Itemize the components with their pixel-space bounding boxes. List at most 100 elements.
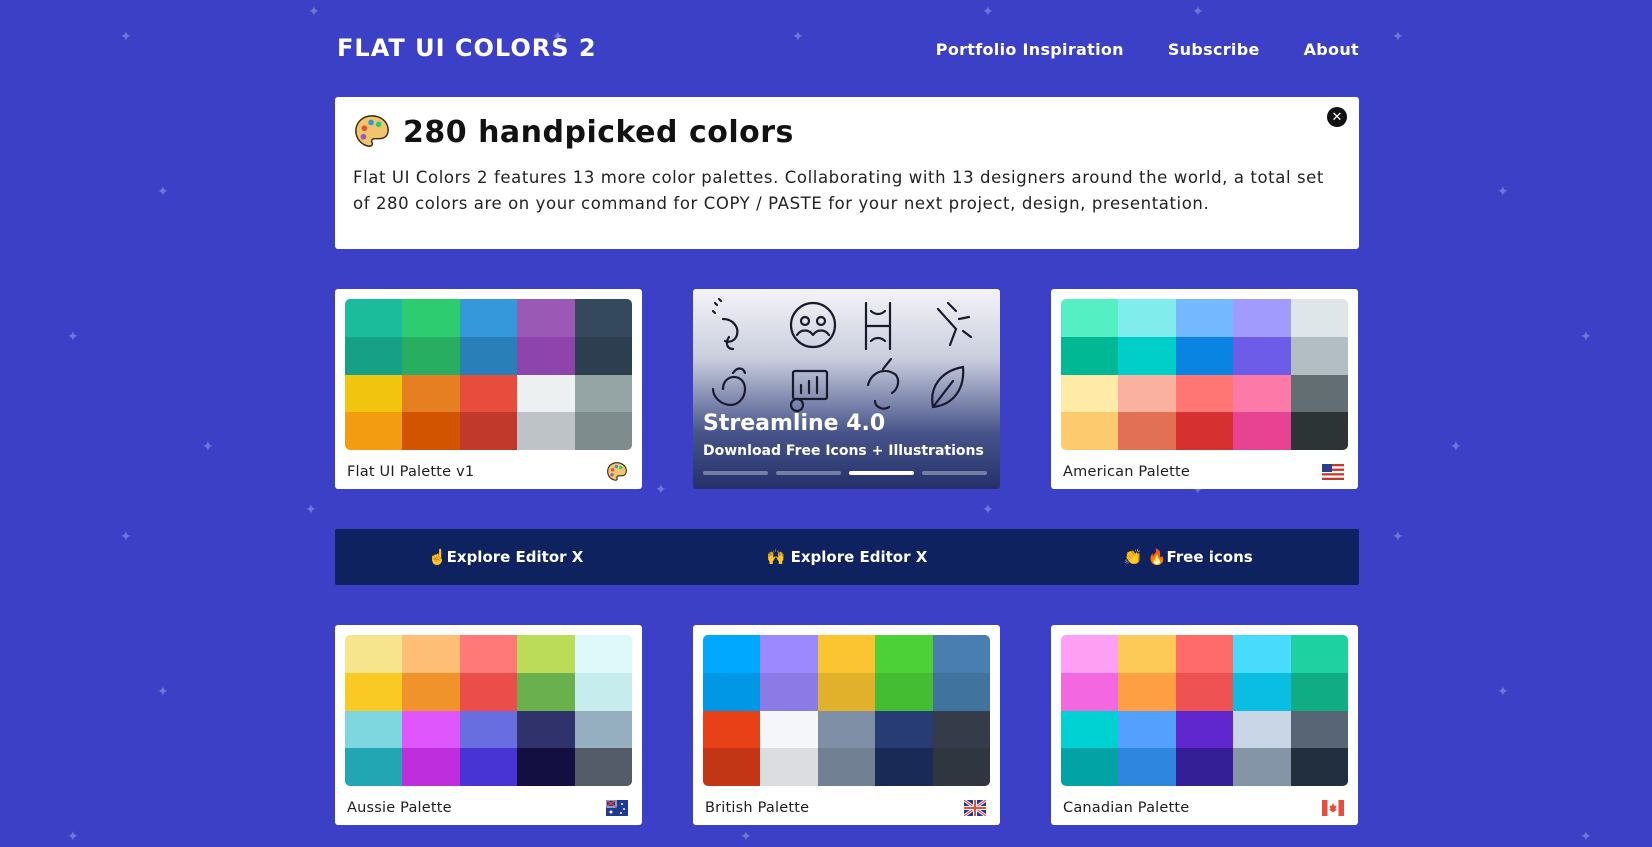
color-swatch[interactable] bbox=[1061, 336, 1119, 375]
color-swatch[interactable] bbox=[1118, 672, 1176, 711]
color-swatch[interactable] bbox=[1118, 710, 1176, 749]
color-swatch[interactable] bbox=[1061, 374, 1119, 413]
color-swatch[interactable] bbox=[345, 710, 403, 749]
color-swatch[interactable] bbox=[1290, 374, 1348, 413]
color-swatch[interactable] bbox=[1175, 635, 1234, 673]
color-swatch[interactable] bbox=[1175, 336, 1234, 375]
close-icon[interactable]: ✕ bbox=[1327, 107, 1347, 127]
color-swatch[interactable] bbox=[459, 748, 518, 786]
streamline-ad[interactable]: Streamline 4.0 Download Free Icons + Ill… bbox=[693, 289, 1000, 489]
color-swatch[interactable] bbox=[875, 672, 933, 711]
color-swatch[interactable] bbox=[932, 710, 990, 749]
color-swatch[interactable] bbox=[1118, 336, 1176, 375]
color-swatch[interactable] bbox=[402, 374, 460, 413]
color-swatch[interactable] bbox=[760, 710, 818, 749]
color-swatch[interactable] bbox=[1118, 412, 1176, 450]
color-swatch[interactable] bbox=[459, 672, 518, 711]
color-swatch[interactable] bbox=[402, 336, 460, 375]
color-swatch[interactable] bbox=[1233, 374, 1291, 413]
color-swatch[interactable] bbox=[1233, 710, 1291, 749]
color-swatch[interactable] bbox=[1290, 710, 1348, 749]
color-swatch[interactable] bbox=[459, 412, 518, 450]
color-swatch[interactable] bbox=[760, 672, 818, 711]
palette-card-aussie[interactable]: Aussie Palette bbox=[335, 625, 642, 825]
color-swatch[interactable] bbox=[345, 672, 403, 711]
color-swatch[interactable] bbox=[402, 748, 460, 786]
color-swatch[interactable] bbox=[402, 635, 460, 673]
color-swatch[interactable] bbox=[517, 374, 575, 413]
color-swatch[interactable] bbox=[1118, 374, 1176, 413]
nav-portfolio-inspiration[interactable]: Portfolio Inspiration bbox=[936, 40, 1124, 59]
color-swatch[interactable] bbox=[760, 635, 818, 673]
color-swatch[interactable] bbox=[345, 336, 403, 375]
site-logo[interactable]: FLAT UI COLORS 2 bbox=[337, 34, 597, 62]
color-swatch[interactable] bbox=[1175, 299, 1234, 337]
color-swatch[interactable] bbox=[932, 748, 990, 786]
color-swatch[interactable] bbox=[875, 710, 933, 749]
color-swatch[interactable] bbox=[517, 672, 575, 711]
palette-card-british[interactable]: British Palette bbox=[693, 625, 1000, 825]
color-swatch[interactable] bbox=[345, 412, 403, 450]
color-swatch[interactable] bbox=[1290, 299, 1348, 337]
color-swatch[interactable] bbox=[1118, 748, 1176, 786]
color-swatch[interactable] bbox=[574, 336, 632, 375]
color-swatch[interactable] bbox=[1233, 412, 1291, 450]
color-swatch[interactable] bbox=[1290, 336, 1348, 375]
color-swatch[interactable] bbox=[459, 635, 518, 673]
color-swatch[interactable] bbox=[402, 710, 460, 749]
color-swatch[interactable] bbox=[1175, 710, 1234, 749]
color-swatch[interactable] bbox=[1233, 336, 1291, 375]
color-swatch[interactable] bbox=[1290, 635, 1348, 673]
color-swatch[interactable] bbox=[703, 710, 761, 749]
color-swatch[interactable] bbox=[517, 336, 575, 375]
color-swatch[interactable] bbox=[1233, 748, 1291, 786]
promo-explore-editor-x-1[interactable]: ☝️Explore Editor X bbox=[335, 548, 676, 566]
color-swatch[interactable] bbox=[1118, 299, 1176, 337]
color-swatch[interactable] bbox=[1118, 635, 1176, 673]
color-swatch[interactable] bbox=[1290, 748, 1348, 786]
palette-card-canadian[interactable]: Canadian Palette bbox=[1051, 625, 1358, 825]
carousel-dot-active[interactable] bbox=[849, 471, 914, 475]
color-swatch[interactable] bbox=[459, 299, 518, 337]
color-swatch[interactable] bbox=[932, 672, 990, 711]
color-swatch[interactable] bbox=[703, 635, 761, 673]
color-swatch[interactable] bbox=[1061, 299, 1119, 337]
color-swatch[interactable] bbox=[875, 635, 933, 673]
color-swatch[interactable] bbox=[459, 374, 518, 413]
color-swatch[interactable] bbox=[1290, 672, 1348, 711]
color-swatch[interactable] bbox=[1175, 672, 1234, 711]
promo-free-icons[interactable]: 👏 🔥Free icons bbox=[1018, 548, 1359, 566]
nav-about[interactable]: About bbox=[1304, 40, 1359, 59]
color-swatch[interactable] bbox=[402, 672, 460, 711]
color-swatch[interactable] bbox=[1175, 374, 1234, 413]
color-swatch[interactable] bbox=[574, 710, 632, 749]
color-swatch[interactable] bbox=[574, 672, 632, 711]
color-swatch[interactable] bbox=[703, 672, 761, 711]
color-swatch[interactable] bbox=[703, 748, 761, 786]
color-swatch[interactable] bbox=[1233, 672, 1291, 711]
color-swatch[interactable] bbox=[1233, 299, 1291, 337]
color-swatch[interactable] bbox=[345, 748, 403, 786]
promo-explore-editor-x-2[interactable]: 🙌 Explore Editor X bbox=[676, 548, 1017, 566]
color-swatch[interactable] bbox=[1061, 748, 1119, 786]
color-swatch[interactable] bbox=[1061, 710, 1119, 749]
color-swatch[interactable] bbox=[574, 748, 632, 786]
color-swatch[interactable] bbox=[760, 748, 818, 786]
color-swatch[interactable] bbox=[932, 635, 990, 673]
color-swatch[interactable] bbox=[517, 635, 575, 673]
color-swatch[interactable] bbox=[1061, 412, 1119, 450]
color-swatch[interactable] bbox=[817, 635, 876, 673]
color-swatch[interactable] bbox=[817, 748, 876, 786]
color-swatch[interactable] bbox=[817, 672, 876, 711]
color-swatch[interactable] bbox=[459, 336, 518, 375]
carousel-dot[interactable] bbox=[776, 471, 841, 475]
color-swatch[interactable] bbox=[574, 374, 632, 413]
color-swatch[interactable] bbox=[459, 710, 518, 749]
color-swatch[interactable] bbox=[1175, 748, 1234, 786]
carousel-dot[interactable] bbox=[922, 471, 987, 475]
carousel-dot[interactable] bbox=[703, 471, 768, 475]
color-swatch[interactable] bbox=[1061, 672, 1119, 711]
color-swatch[interactable] bbox=[574, 299, 632, 337]
color-swatch[interactable] bbox=[517, 748, 575, 786]
color-swatch[interactable] bbox=[1175, 412, 1234, 450]
